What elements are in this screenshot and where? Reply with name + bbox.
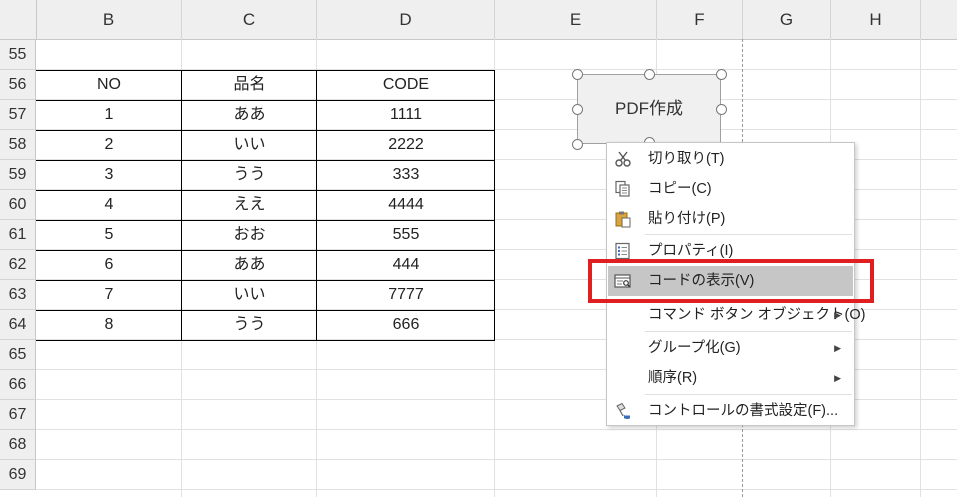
row-header-66[interactable]: 66 — [0, 370, 36, 400]
menu-separator — [645, 394, 852, 395]
menu-item-label: コントロールの書式設定(F)... — [648, 403, 839, 419]
table-cell[interactable]: うう — [182, 160, 317, 190]
table-cell[interactable]: ええ — [182, 190, 317, 220]
table-cell[interactable]: ああ — [182, 250, 317, 280]
table-cell[interactable]: 2 — [36, 130, 182, 160]
submenu-arrow-icon: ▶ — [834, 343, 841, 353]
resize-handle[interactable] — [572, 139, 583, 150]
menu-item-label: 貼り付け(P) — [648, 211, 726, 227]
table-cell[interactable]: 1111 — [317, 100, 495, 130]
table-border — [36, 340, 495, 341]
table-cell[interactable]: 444 — [317, 250, 495, 280]
menu-item-label: 順序(R) — [648, 370, 698, 386]
table-cell[interactable]: 2222 — [317, 130, 495, 160]
table-cell[interactable]: いい — [182, 280, 317, 310]
row-header-57[interactable]: 57 — [0, 100, 36, 130]
gridline — [920, 39, 921, 497]
table-cell[interactable]: 555 — [317, 220, 495, 250]
table-cell[interactable]: 4 — [36, 190, 182, 220]
table-cell[interactable]: 5 — [36, 220, 182, 250]
table-header-item-name[interactable]: 品名 — [182, 70, 317, 100]
menu-item-format-control[interactable]: コントロールの書式設定(F)... — [608, 396, 853, 426]
spreadsheet: B C D E F G H 55 56 57 58 59 60 61 62 63… — [0, 0, 957, 497]
column-header-f[interactable]: F — [657, 0, 743, 39]
row-header-65[interactable]: 65 — [0, 340, 36, 370]
row-header-69[interactable]: 69 — [0, 460, 36, 490]
menu-item-copy[interactable]: コピー(C) — [608, 174, 853, 204]
select-all-corner[interactable] — [0, 0, 37, 39]
column-header-bar: B C D E F G H — [0, 0, 957, 40]
column-header-b[interactable]: B — [36, 0, 182, 39]
gridline — [36, 489, 957, 490]
menu-item-label: コピー(C) — [648, 181, 712, 197]
resize-handle[interactable] — [716, 104, 727, 115]
resize-handle[interactable] — [644, 69, 655, 80]
row-header-67[interactable]: 67 — [0, 400, 36, 430]
submenu-arrow-icon: ▶ — [834, 373, 841, 383]
row-header-64[interactable]: 64 — [0, 310, 36, 340]
format-control-icon — [616, 402, 630, 419]
pdf-create-shape-button[interactable]: PDF作成 — [577, 74, 721, 144]
table-cell[interactable]: 1 — [36, 100, 182, 130]
copy-icon — [615, 180, 630, 197]
column-header-c[interactable]: C — [182, 0, 317, 39]
row-header-63[interactable]: 63 — [0, 280, 36, 310]
menu-item-order[interactable]: 順序(R) ▶ — [608, 363, 853, 393]
resize-handle[interactable] — [572, 104, 583, 115]
menu-item-group[interactable]: グループ化(G) ▶ — [608, 333, 853, 363]
row-header-58[interactable]: 58 — [0, 130, 36, 160]
row-header-61[interactable]: 61 — [0, 220, 36, 250]
column-header-g[interactable]: G — [743, 0, 831, 39]
row-header-60[interactable]: 60 — [0, 190, 36, 220]
resize-handle[interactable] — [716, 69, 727, 80]
menu-item-cut[interactable]: 切り取り(T) — [608, 144, 853, 174]
row-header-59[interactable]: 59 — [0, 160, 36, 190]
submenu-arrow-icon: ▶ — [834, 310, 841, 320]
menu-item-paste[interactable]: 貼り付け(P) — [608, 204, 853, 234]
table-cell[interactable]: いい — [182, 130, 317, 160]
menu-item-label: 切り取り(T) — [648, 151, 725, 167]
gridline — [36, 459, 957, 460]
gridline — [36, 429, 957, 430]
table-cell[interactable]: うう — [182, 310, 317, 340]
table-cell[interactable]: 333 — [317, 160, 495, 190]
table-cell[interactable]: 666 — [317, 310, 495, 340]
table-cell[interactable]: 3 — [36, 160, 182, 190]
row-header-68[interactable]: 68 — [0, 430, 36, 460]
properties-icon — [615, 242, 630, 260]
table-cell[interactable]: 4444 — [317, 190, 495, 220]
table-cell[interactable]: 6 — [36, 250, 182, 280]
menu-item-label: コマンド ボタン オブジェクト(O) — [648, 307, 866, 323]
column-header-d[interactable]: D — [317, 0, 495, 39]
table-cell[interactable]: 8 — [36, 310, 182, 340]
menu-item-command-button-object[interactable]: コマンド ボタン オブジェクト(O) ▶ — [608, 300, 866, 330]
paste-icon — [615, 211, 631, 228]
row-header-56[interactable]: 56 — [0, 70, 36, 100]
column-header-h[interactable]: H — [831, 0, 921, 39]
row-header-55[interactable]: 55 — [0, 40, 36, 70]
table-header-code[interactable]: CODE — [317, 70, 495, 100]
table-header-no[interactable]: NO — [36, 70, 182, 100]
menu-separator — [645, 331, 852, 332]
menu-separator — [645, 234, 852, 235]
table-cell[interactable]: 7 — [36, 280, 182, 310]
menu-item-label: グループ化(G) — [648, 340, 741, 356]
table-cell[interactable]: 7777 — [317, 280, 495, 310]
scissors-icon — [615, 151, 631, 167]
highlight-box — [588, 259, 874, 303]
row-header-62[interactable]: 62 — [0, 250, 36, 280]
table-cell[interactable]: おお — [182, 220, 317, 250]
column-header-e[interactable]: E — [495, 0, 657, 39]
resize-handle[interactable] — [572, 69, 583, 80]
table-cell[interactable]: ああ — [182, 100, 317, 130]
